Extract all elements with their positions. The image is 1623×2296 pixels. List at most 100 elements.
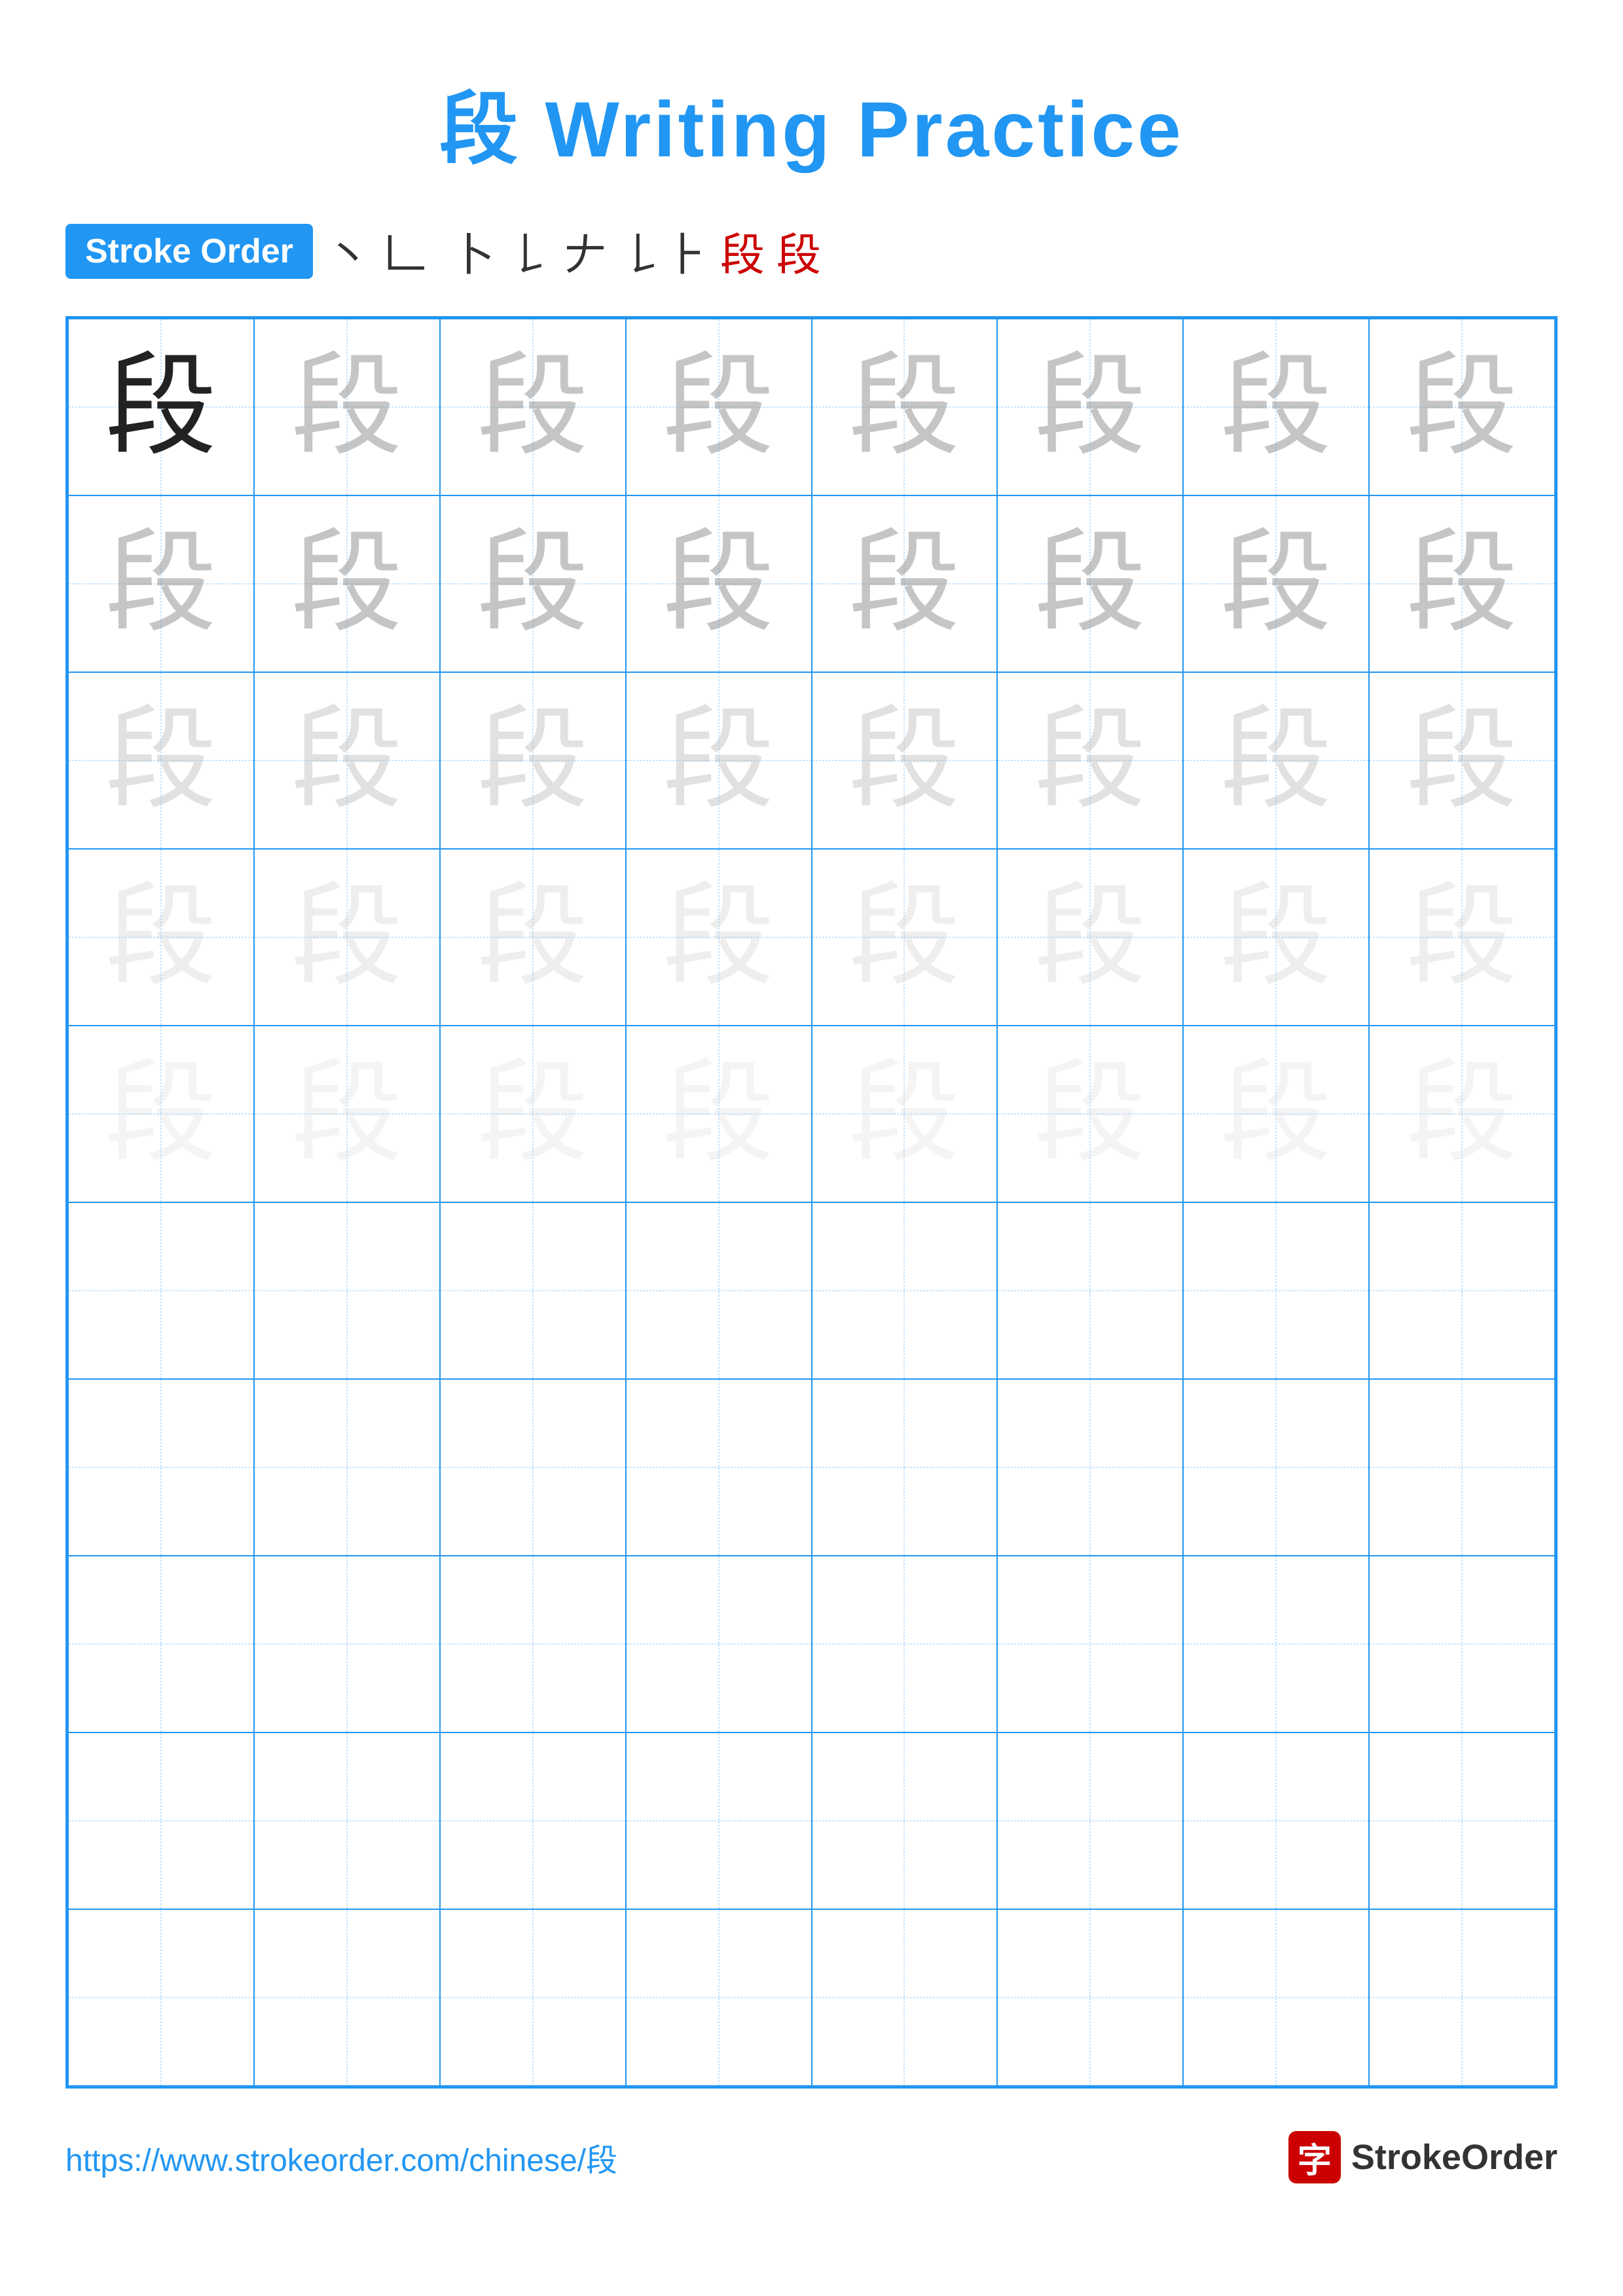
cell-2-6: 段 — [997, 495, 1183, 672]
cell-2-1: 段 — [68, 495, 254, 672]
cell-4-2: 段 — [254, 849, 440, 1026]
cell-2-8: 段 — [1369, 495, 1555, 672]
footer-url: https://www.strokeorder.com/chinese/段 — [65, 2134, 617, 2180]
char-light: 段 — [1034, 346, 1146, 469]
empty-row-9 — [68, 1732, 1555, 1909]
cell-3-2: 段 — [254, 672, 440, 849]
cell-1-1: 段 — [68, 319, 254, 495]
char-light: 段 — [1034, 699, 1146, 822]
footer: https://www.strokeorder.com/chinese/段 字 … — [65, 2131, 1558, 2183]
char-light: 段 — [1406, 876, 1518, 999]
cell-5-2: 段 — [254, 1026, 440, 1202]
cell-1-2: 段 — [254, 319, 440, 495]
cell-5-6: 段 — [997, 1026, 1183, 1202]
char-light: 段 — [477, 346, 589, 469]
empty-cell — [812, 1202, 998, 1379]
cell-5-4: 段 — [626, 1026, 812, 1202]
cell-5-1: 段 — [68, 1026, 254, 1202]
empty-cell — [1183, 1379, 1369, 1556]
cell-5-8: 段 — [1369, 1026, 1555, 1202]
stroke-9: 段 — [776, 219, 821, 283]
empty-cell — [626, 1202, 812, 1379]
empty-cell — [626, 1909, 812, 2086]
empty-cell — [1369, 1379, 1555, 1556]
practice-row-3: 段 段 段 段 段 段 段 段 — [68, 672, 1555, 849]
empty-cell — [1369, 1909, 1555, 2086]
stroke-1: 丶 — [326, 219, 371, 283]
empty-row-6 — [68, 1202, 1555, 1379]
cell-1-3: 段 — [440, 319, 626, 495]
empty-cell — [1369, 1556, 1555, 1732]
cell-1-4: 段 — [626, 319, 812, 495]
char-light: 段 — [663, 346, 775, 469]
empty-cell — [440, 1202, 626, 1379]
empty-cell — [254, 1202, 440, 1379]
char-light: 段 — [663, 522, 775, 645]
char-light: 段 — [1220, 1052, 1332, 1175]
cell-1-8: 段 — [1369, 319, 1555, 495]
stroke-2: 𠃊 — [382, 219, 427, 283]
empty-cell — [812, 1556, 998, 1732]
char-light: 段 — [1406, 1052, 1518, 1175]
page-title: 段 Writing Practice — [65, 65, 1558, 179]
char-light: 段 — [663, 699, 775, 822]
stroke-6: 𠂇 — [563, 219, 608, 283]
cell-4-3: 段 — [440, 849, 626, 1026]
cell-1-6: 段 — [997, 319, 1183, 495]
char-light: 段 — [1406, 699, 1518, 822]
empty-cell — [1183, 1556, 1369, 1732]
practice-row-4: 段 段 段 段 段 段 段 段 — [68, 849, 1555, 1026]
strokeorder-logo-text: StrokeOrder — [1351, 2137, 1558, 2178]
strokeorder-logo-icon: 字 — [1288, 2131, 1341, 2183]
cell-4-1: 段 — [68, 849, 254, 1026]
stroke-4: 卜 — [450, 219, 495, 283]
practice-grid: 段 段 段 段 段 段 段 段 段 段 段 段 段 段 段 段 段 段 段 段 … — [65, 316, 1558, 2089]
empty-cell — [1183, 1202, 1369, 1379]
empty-cell — [68, 1556, 254, 1732]
char-light: 段 — [663, 876, 775, 999]
char-light: 段 — [291, 1052, 403, 1175]
practice-row-1: 段 段 段 段 段 段 段 段 — [68, 319, 1555, 495]
empty-cell — [68, 1202, 254, 1379]
char-light: 段 — [105, 1052, 217, 1175]
empty-cell — [812, 1732, 998, 1909]
char-light: 段 — [848, 522, 960, 645]
char-light: 段 — [1220, 522, 1332, 645]
char-light: 段 — [477, 876, 589, 999]
empty-cell — [997, 1556, 1183, 1732]
empty-cell — [1183, 1732, 1369, 1909]
empty-cell — [254, 1556, 440, 1732]
empty-cell — [997, 1379, 1183, 1556]
cell-3-6: 段 — [997, 672, 1183, 849]
grid-table: 段 段 段 段 段 段 段 段 段 段 段 段 段 段 段 段 段 段 段 段 … — [67, 318, 1556, 2087]
char-light: 段 — [1406, 522, 1518, 645]
empty-cell — [1183, 1909, 1369, 2086]
char-light: 段 — [1220, 346, 1332, 469]
empty-cell — [812, 1909, 998, 2086]
cell-3-3: 段 — [440, 672, 626, 849]
stroke-7: 𠄌⺊ — [619, 219, 708, 283]
char-light: 段 — [105, 699, 217, 822]
char-light: 段 — [477, 1052, 589, 1175]
empty-cell — [1369, 1202, 1555, 1379]
char-light: 段 — [1034, 876, 1146, 999]
cell-4-4: 段 — [626, 849, 812, 1026]
char-light: 段 — [848, 699, 960, 822]
cell-3-7: 段 — [1183, 672, 1369, 849]
cell-4-8: 段 — [1369, 849, 1555, 1026]
cell-5-3: 段 — [440, 1026, 626, 1202]
cell-3-5: 段 — [812, 672, 998, 849]
cell-1-5: 段 — [812, 319, 998, 495]
practice-row-2: 段 段 段 段 段 段 段 段 — [68, 495, 1555, 672]
empty-cell — [440, 1732, 626, 1909]
char-light: 段 — [848, 1052, 960, 1175]
empty-cell — [440, 1379, 626, 1556]
cell-4-6: 段 — [997, 849, 1183, 1026]
char-light: 段 — [848, 876, 960, 999]
empty-cell — [254, 1379, 440, 1556]
empty-cell — [68, 1379, 254, 1556]
cell-3-8: 段 — [1369, 672, 1555, 849]
empty-cell — [626, 1379, 812, 1556]
cell-3-1: 段 — [68, 672, 254, 849]
empty-cell — [626, 1556, 812, 1732]
